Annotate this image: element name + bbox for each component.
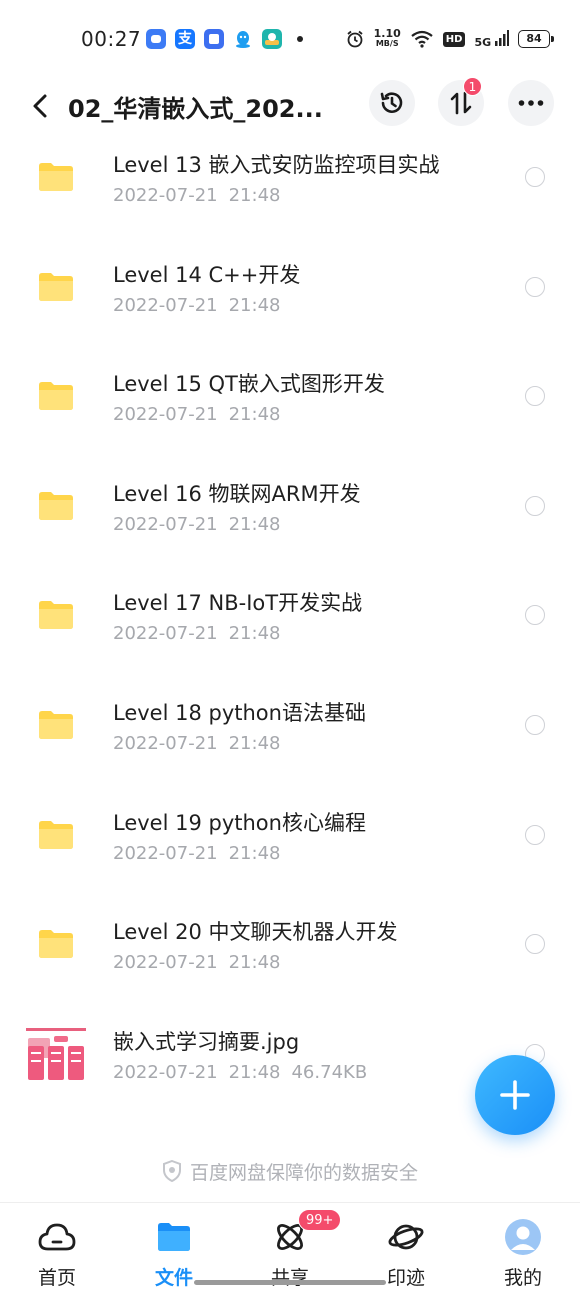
page-title: 02_华清嵌入式_202... [68, 95, 323, 123]
alipay-icon: 支 [175, 29, 195, 49]
file-name: Level 18 python语法基础 [113, 701, 366, 725]
file-meta: 2022-07-21 21:48 [113, 295, 281, 316]
list-item[interactable]: Level 15 QT嵌入式图形开发 2022-07-21 21:48 [0, 356, 580, 466]
select-checkbox[interactable] [525, 277, 545, 297]
file-meta: 2022-07-21 21:48 [113, 514, 281, 535]
home-indicator[interactable] [194, 1280, 386, 1285]
tab-files[interactable]: 文件 [129, 1217, 219, 1289]
select-checkbox[interactable] [525, 605, 545, 625]
select-checkbox[interactable] [525, 496, 545, 516]
select-checkbox[interactable] [525, 167, 545, 187]
tab-footprints[interactable]: 印迹 [361, 1217, 451, 1289]
list-item[interactable]: Level 20 中文聊天机器人开发 2022-07-21 21:48 [0, 904, 580, 1014]
tab-share[interactable]: 99+ 共享 [245, 1209, 342, 1289]
folder-icon [154, 1217, 194, 1257]
folder-icon [39, 821, 73, 849]
system-indicators: 1.10 MB/S HD 5G 84 [345, 26, 554, 52]
list-item[interactable]: Level 18 python语法基础 2022-07-21 21:48 [0, 685, 580, 795]
add-button[interactable] [475, 1055, 555, 1135]
notification-icons: 支 [146, 28, 303, 50]
transfer-list-button[interactable]: 1 [438, 77, 484, 126]
alarm-icon [347, 30, 363, 48]
tab-profile[interactable]: 我的 [478, 1217, 568, 1289]
more-notifications-dot [297, 36, 303, 42]
window-app-icon [204, 29, 224, 49]
file-name: Level 15 QT嵌入式图形开发 [113, 372, 385, 396]
folder-icon [39, 163, 73, 191]
chat-app-icon [146, 29, 166, 49]
folder-icon [39, 273, 73, 301]
tab-label: 首页 [37, 1267, 76, 1289]
file-name: Level 17 NB-IoT开发实战 [113, 591, 363, 615]
file-meta: 2022-07-21 21:48 [113, 623, 281, 644]
history-icon [380, 92, 403, 113]
file-name: Level 14 C++开发 [113, 263, 301, 287]
list-item[interactable]: Level 17 NB-IoT开发实战 2022-07-21 21:48 [0, 575, 580, 685]
file-name: Level 13 嵌入式安防监控项目实战 [113, 153, 440, 177]
game-app-icon [262, 29, 282, 49]
folder-icon [39, 382, 73, 410]
tab-label: 共享 [270, 1267, 309, 1289]
list-item[interactable]: Level 13 嵌入式安防监控项目实战 2022-07-21 21:48 [0, 137, 580, 247]
folder-icon [39, 711, 73, 739]
status-time: 00:27 [81, 27, 142, 51]
file-meta: 2022-07-21 21:48 [113, 185, 281, 206]
top-nav-bar: 02_华清嵌入式_202... 1 [0, 77, 580, 134]
folder-icon [39, 930, 73, 958]
qq-icon [233, 29, 253, 49]
image-thumbnail [24, 1024, 88, 1088]
file-name: Level 19 python核心编程 [113, 811, 366, 835]
shield-icon [162, 1160, 181, 1182]
signal-indicator: 5G [474, 29, 509, 49]
list-item[interactable]: Level 19 python核心编程 2022-07-21 21:48 [0, 795, 580, 905]
more-horizontal-icon [518, 100, 544, 106]
share-count-badge: 99+ [298, 1209, 342, 1231]
file-meta: 2022-07-21 21:48 46.74KB [113, 1062, 368, 1083]
battery-indicator: 84 [518, 30, 554, 48]
chevron-left-icon [33, 94, 47, 118]
transfer-count-badge: 1 [463, 77, 482, 96]
select-checkbox[interactable] [525, 715, 545, 735]
select-checkbox[interactable] [525, 386, 545, 406]
file-name: Level 16 物联网ARM开发 [113, 482, 361, 506]
planet-icon [386, 1217, 426, 1257]
wifi-icon [411, 30, 433, 48]
back-button[interactable] [22, 86, 58, 126]
more-options-button[interactable] [508, 80, 554, 126]
signal-bars-icon [495, 29, 509, 46]
network-speed: 1.10 MB/S [373, 27, 401, 48]
file-meta: 2022-07-21 21:48 [113, 952, 281, 973]
file-browser-screen: 00:27 支 1.10 MB/S HD 5G 84 02_华清嵌入式_202.… [0, 0, 580, 1289]
plus-icon [500, 1080, 530, 1110]
folder-icon [39, 601, 73, 629]
select-checkbox[interactable] [525, 825, 545, 845]
avatar-icon [503, 1217, 543, 1257]
file-name: 嵌入式学习摘要.jpg [113, 1030, 300, 1054]
hd-voice-indicator: HD [442, 31, 466, 47]
select-checkbox[interactable] [525, 934, 545, 954]
status-bar: 00:27 支 1.10 MB/S HD 5G 84 [0, 0, 580, 78]
tab-label: 我的 [503, 1267, 542, 1289]
list-item[interactable]: Level 16 物联网ARM开发 2022-07-21 21:48 [0, 466, 580, 576]
list-item[interactable]: Level 14 C++开发 2022-07-21 21:48 [0, 247, 580, 357]
tab-label: 文件 [154, 1267, 193, 1289]
file-meta: 2022-07-21 21:48 [113, 843, 281, 864]
file-name: Level 20 中文聊天机器人开发 [113, 920, 398, 944]
history-button[interactable] [369, 80, 415, 126]
security-note: 百度网盘保障你的数据安全 [0, 1158, 580, 1185]
cloud-icon [37, 1217, 77, 1257]
tab-home[interactable]: 首页 [12, 1217, 102, 1289]
file-meta: 2022-07-21 21:48 [113, 733, 281, 754]
tab-label: 印迹 [386, 1267, 425, 1289]
bottom-tab-bar: 首页 文件 99+ 共享 印迹 我的 [0, 1202, 580, 1289]
atom-icon: 99+ [270, 1209, 342, 1257]
file-meta: 2022-07-21 21:48 [113, 404, 281, 425]
folder-icon [39, 492, 73, 520]
